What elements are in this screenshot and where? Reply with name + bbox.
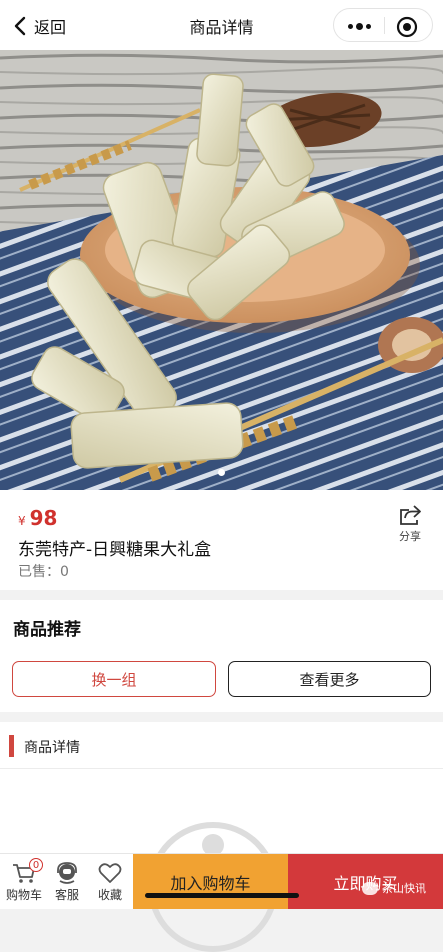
capsule-divider <box>384 17 385 34</box>
swap-recommendations-button[interactable]: 换一组 <box>12 661 216 697</box>
more-dot-icon <box>355 22 363 30</box>
share-button[interactable]: 分享 <box>395 504 425 544</box>
recommendations-title: 商品推荐 <box>13 620 81 640</box>
sold-count: 已售：0 <box>18 564 69 580</box>
close-mini-program-button[interactable] <box>396 16 418 38</box>
carousel-dot <box>218 469 225 476</box>
customer-service-label: 客服 <box>54 888 79 902</box>
product-price: ¥ 98 <box>18 506 57 530</box>
divider <box>0 768 443 769</box>
details-title: 商品详情 <box>24 740 80 756</box>
product-name: 东莞特产-日興糖果大礼盒 <box>18 540 212 560</box>
more-dot-icon <box>347 23 353 29</box>
product-image-carousel[interactable] <box>0 50 443 490</box>
target-close-icon <box>396 16 418 38</box>
carousel-indicator <box>0 469 443 476</box>
product-photo <box>0 50 443 490</box>
mini-program-capsule <box>333 8 433 42</box>
top-nav-bar: 返回 商品详情 <box>0 0 443 50</box>
cart-count-badge: 0 <box>29 858 43 872</box>
price-value: 98 <box>29 506 58 530</box>
favorite-tab[interactable]: 收藏 <box>88 861 132 903</box>
cart-tab[interactable]: 0 购物车 <box>2 858 46 903</box>
section-accent-bar <box>9 735 14 757</box>
product-info-section: ¥ 98 东莞特产-日興糖果大礼盒 已售：0 分享 <box>0 490 443 590</box>
chevron-left-icon <box>14 16 26 36</box>
more-menu-button[interactable] <box>342 16 376 36</box>
recommendations-section: 商品推荐 换一组 查看更多 <box>0 600 443 712</box>
view-more-button[interactable]: 查看更多 <box>228 661 431 697</box>
add-to-cart-button[interactable]: 加入购物车 <box>133 854 288 909</box>
cart-label: 购物车 <box>5 888 42 902</box>
headset-icon <box>57 862 77 884</box>
home-indicator <box>145 893 299 898</box>
heart-icon <box>98 863 122 883</box>
favorite-label: 收藏 <box>97 888 122 902</box>
watermark-text: 茶山快讯 <box>382 882 426 895</box>
back-label: 返回 <box>34 18 67 37</box>
currency-symbol: ¥ <box>18 514 26 528</box>
wechat-logo-icon <box>362 881 378 895</box>
share-icon <box>400 505 421 525</box>
more-dot-icon <box>365 23 371 29</box>
watermark: 茶山快讯 <box>362 880 426 896</box>
share-label: 分享 <box>399 530 421 543</box>
back-button[interactable]: 返回 <box>14 14 66 38</box>
customer-service-tab[interactable]: 客服 <box>45 861 89 903</box>
